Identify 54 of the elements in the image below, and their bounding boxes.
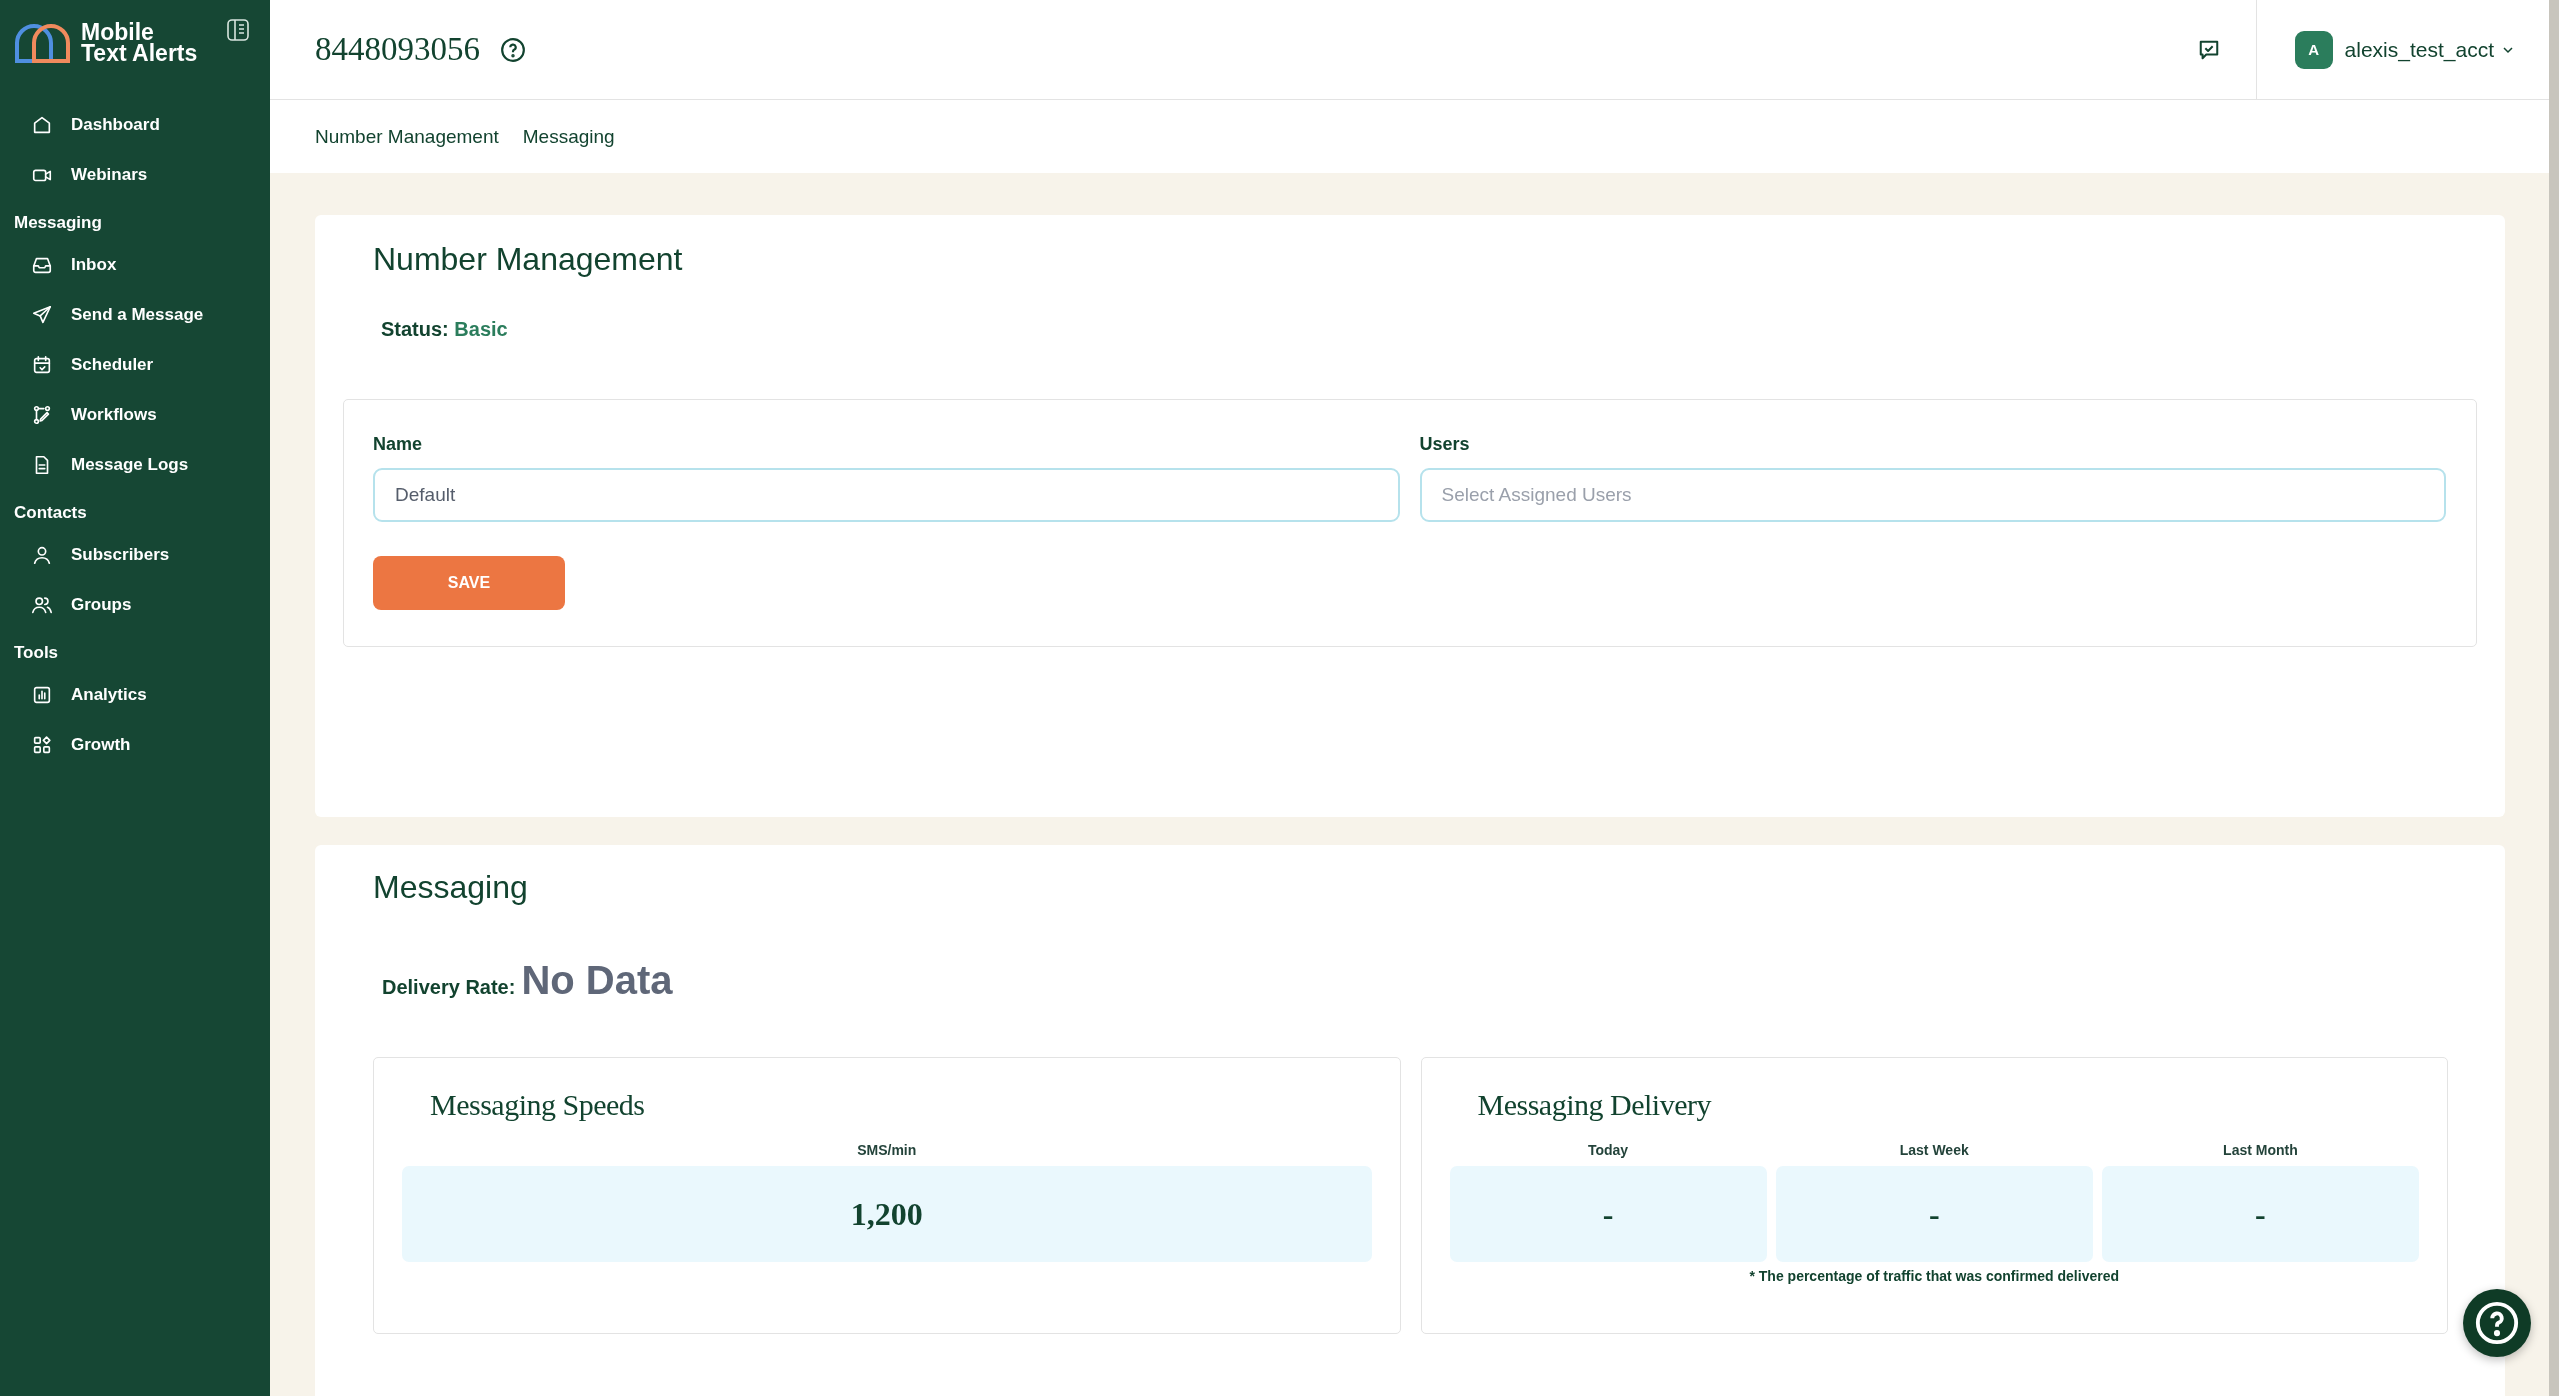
stat-value: -: [1449, 1166, 1767, 1262]
stat-value: -: [2101, 1166, 2419, 1262]
stat-label: Last Month: [2223, 1142, 2298, 1158]
section-heading: Tools: [13, 642, 60, 664]
sidebar-item[interactable]: Analytics: [0, 670, 270, 720]
sidebar-item[interactable]: Webinars: [0, 150, 270, 200]
stat-label: Today: [1587, 1142, 1629, 1158]
delivery-rate-label: Delivery Rate:: [382, 976, 516, 999]
chat-check-icon[interactable]: [2197, 38, 2220, 61]
section-heading: Contacts: [13, 502, 88, 524]
sidebar-item[interactable]: Scheduler: [0, 340, 270, 390]
stat-value: 1,200: [402, 1166, 1372, 1262]
delivery-rate-value: No Data: [521, 958, 673, 1003]
stat-value: -: [1775, 1166, 2093, 1262]
house-icon: [31, 114, 53, 136]
username: alexis_test_acct: [2344, 37, 2494, 62]
stat-label: Last Week: [1899, 1142, 1969, 1158]
input-field[interactable]: Select Assigned Users: [1419, 468, 2446, 522]
help-icon[interactable]: [500, 36, 526, 63]
footnote: * The percentage of traffic that was confirmed delivered: [1748, 1268, 2120, 1284]
sidebar-item[interactable]: Inbox: [0, 240, 270, 290]
sidebar-item[interactable]: Workflows: [0, 390, 270, 440]
logo-icon: [14, 23, 71, 63]
section-title: Messaging: [373, 869, 529, 906]
people-icon: [31, 594, 53, 616]
field-label: Name: [373, 434, 424, 455]
sidebar-item[interactable]: Subscribers: [0, 530, 270, 580]
workflow-icon: [31, 404, 53, 426]
section-title: Number Management: [373, 241, 684, 278]
apps-grid-icon: [31, 734, 53, 756]
tab[interactable]: Number Management: [315, 125, 499, 148]
panel-title: Messaging Delivery: [1477, 1088, 1713, 1122]
avatar: A: [2294, 30, 2333, 69]
stat-label: SMS/min: [857, 1142, 917, 1158]
field-label: Users: [1419, 434, 1471, 455]
input-field[interactable]: Default: [373, 468, 1400, 522]
section-heading: Messaging: [13, 212, 103, 234]
calendar-check-icon: [31, 354, 53, 376]
panel-title: Messaging Speeds: [430, 1088, 646, 1122]
tab[interactable]: Messaging: [522, 125, 615, 148]
sidebar-item[interactable]: Message Logs: [0, 440, 270, 490]
user-menu[interactable]: A alexis_test_acct: [2255, 0, 2549, 99]
logo-text: Mobile Text Alerts: [81, 22, 198, 64]
page-title: 8448093056: [315, 31, 480, 68]
paper-plane-icon: [31, 304, 53, 326]
sidebar-item[interactable]: Dashboard: [0, 100, 270, 150]
status-text: Status: Basic: [381, 318, 509, 341]
sidebar-toggle-icon[interactable]: [226, 18, 250, 42]
sidebar-item[interactable]: Send a Message: [0, 290, 270, 340]
sidebar-item[interactable]: Growth: [0, 720, 270, 770]
bar-chart-icon: [31, 684, 53, 706]
person-icon: [31, 544, 53, 566]
help-button[interactable]: [2463, 1289, 2531, 1357]
sidebar-item[interactable]: Groups: [0, 580, 270, 630]
